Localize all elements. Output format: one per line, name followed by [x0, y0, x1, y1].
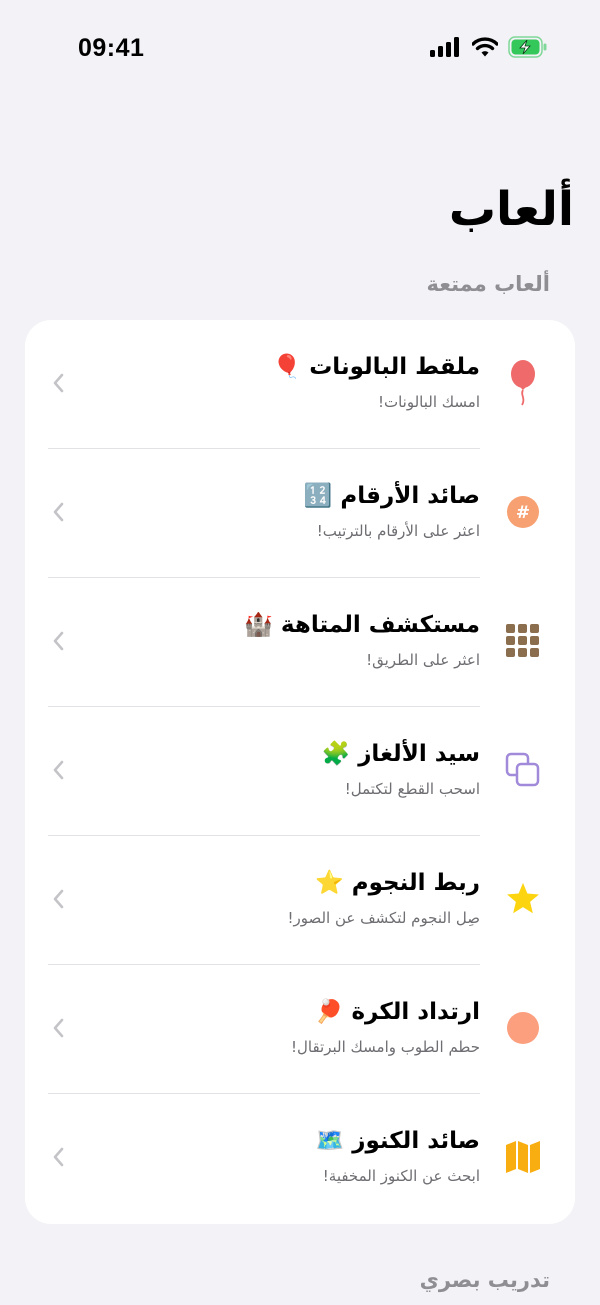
item-subtitle: حطم الطوب وامسك البرتقال!: [290, 1038, 480, 1056]
item-title: مستكشف المتاهة 🏰: [244, 612, 480, 638]
page-title: ألعاب: [448, 182, 574, 237]
item-title: ملقط البالونات 🎈: [272, 354, 480, 380]
circle-icon: [505, 1010, 541, 1046]
item-title: ربط النجوم ⭐: [315, 870, 480, 896]
map-icon: [505, 1139, 541, 1175]
status-time: 09:41: [78, 34, 145, 62]
status-icons: [430, 36, 548, 62]
battery-charging-icon: [508, 36, 548, 62]
item-subtitle: امسك البالونات!: [377, 393, 480, 411]
section-header-visual-training: تدريب بصري: [419, 1268, 550, 1292]
item-subtitle: اسحب القطع لتكتمل!: [344, 780, 480, 798]
item-title: صائد الكنوز 🗺️: [315, 1128, 480, 1154]
star-icon: [505, 881, 541, 917]
list-item-connect-stars[interactable]: ربط النجوم ⭐ صِل النجوم لتكشف عن الصور!: [25, 836, 575, 965]
chevron-left-icon: [53, 502, 64, 522]
list-item-maze-explorer[interactable]: مستكشف المتاهة 🏰 اعثر على الطريق!: [25, 578, 575, 707]
item-subtitle: صِل النجوم لتكشف عن الصور!: [287, 909, 480, 927]
overlapping-squares-icon: [505, 752, 541, 788]
number-sign-icon: #: [505, 494, 541, 530]
list-item-ball-bounce[interactable]: ارتداد الكرة 🏓 حطم الطوب وامسك البرتقال!: [25, 965, 575, 1094]
chevron-left-icon: [53, 373, 64, 393]
item-subtitle: اعثر على الطريق!: [366, 651, 480, 669]
wifi-icon: [471, 37, 499, 61]
games-list: ملقط البالونات 🎈 امسك البالونات! # صائد …: [25, 320, 575, 1224]
section-header-fun-games: ألعاب ممتعة: [426, 272, 550, 296]
item-title: سيد الألغاز 🧩: [321, 741, 480, 767]
item-subtitle: ابحث عن الكنوز المخفية!: [322, 1167, 480, 1185]
list-item-number-hunter[interactable]: # صائد الأرقام 🔢 اعثر على الأرقام بالترت…: [25, 449, 575, 578]
chevron-left-icon: [53, 1147, 64, 1167]
cellular-signal-icon: [430, 37, 462, 61]
chevron-left-icon: [53, 631, 64, 651]
list-item-treasure-hunter[interactable]: صائد الكنوز 🗺️ ابحث عن الكنوز المخفية!: [25, 1094, 575, 1223]
status-bar: 09:41: [0, 0, 600, 100]
item-title: صائد الأرقام 🔢: [303, 483, 480, 509]
svg-text:#: #: [516, 503, 530, 523]
list-item-balloon-catcher[interactable]: ملقط البالونات 🎈 امسك البالونات!: [25, 320, 575, 449]
chevron-left-icon: [53, 760, 64, 780]
chevron-left-icon: [53, 889, 64, 909]
list-item-puzzle-master[interactable]: سيد الألغاز 🧩 اسحب القطع لتكتمل!: [25, 707, 575, 836]
item-subtitle: اعثر على الأرقام بالترتيب!: [316, 522, 480, 540]
balloon-icon: [505, 360, 541, 406]
chevron-left-icon: [53, 1018, 64, 1038]
grid-icon: [505, 623, 541, 659]
item-title: ارتداد الكرة 🏓: [314, 999, 480, 1025]
